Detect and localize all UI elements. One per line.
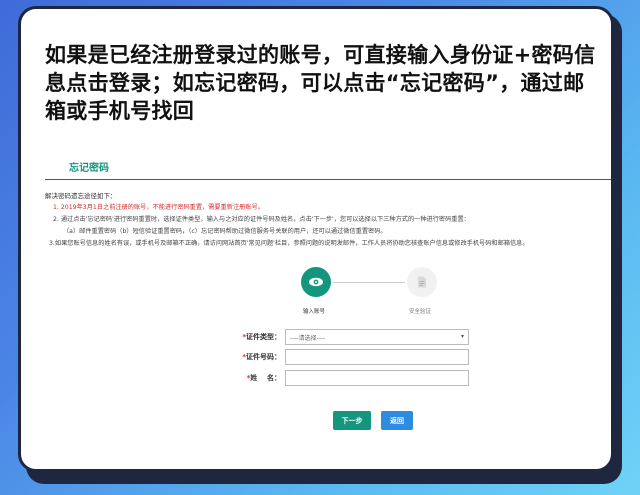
id-number-input[interactable] bbox=[285, 349, 469, 365]
id-number-label: 证件号码： bbox=[246, 353, 281, 361]
step-1-label: 输入账号 bbox=[303, 309, 326, 315]
name-label: 姓 名： bbox=[250, 374, 281, 382]
content-card: 如果是已经注册登录过的账号，可直接输入身份证+密码信息点击登录；如忘记密码，可以… bbox=[18, 6, 614, 472]
rule-3: 3.如果您账号信息的姓名有误，或手机号及邮箱不正确，请访问网站首页'常见问题'栏… bbox=[49, 240, 529, 247]
id-number-row: *证件号码： bbox=[221, 349, 481, 367]
back-button[interactable]: 返回 bbox=[381, 411, 413, 430]
name-input[interactable] bbox=[285, 370, 469, 386]
eye-icon bbox=[309, 277, 323, 287]
step-indicator: 输入账号 安全验证 bbox=[291, 267, 451, 317]
step-connector bbox=[333, 282, 405, 283]
intro-text: 解决密码遗忘途径如下： bbox=[45, 192, 117, 200]
rule-1: 1. 2019年3月1日之前注册的账号，不能进行密码重置，需要重新注册账号。 bbox=[53, 204, 264, 211]
section-title: 忘记密码 bbox=[69, 163, 109, 174]
step-2-circle bbox=[407, 267, 437, 297]
id-type-label: 证件类型： bbox=[246, 333, 281, 341]
divider bbox=[45, 179, 611, 180]
rule-2-options: （a）邮件重置密码（b）短信验证重置密码，（c）忘记密码帮助过微信服务号关联的用… bbox=[63, 228, 387, 235]
headline: 如果是已经注册登录过的账号，可直接输入身份证+密码信息点击登录；如忘记密码，可以… bbox=[45, 43, 596, 123]
chevron-down-icon: ▾ bbox=[460, 333, 464, 340]
step-2-label: 安全验证 bbox=[409, 309, 432, 315]
step-1-circle bbox=[301, 267, 331, 297]
rule-2: 2. 通过点击'忘记密码'进行密码重置时，选择证件类型，输入与之对应的证件号码及… bbox=[53, 216, 470, 223]
document-icon bbox=[418, 276, 426, 288]
id-type-row: *证件类型： ----请选择---- ▾ bbox=[221, 329, 481, 347]
id-type-selected: ----请选择---- bbox=[290, 335, 326, 342]
name-row: *姓 名： bbox=[221, 370, 481, 388]
id-type-select[interactable]: ----请选择---- ▾ bbox=[285, 329, 469, 345]
next-button[interactable]: 下一步 bbox=[333, 411, 371, 430]
